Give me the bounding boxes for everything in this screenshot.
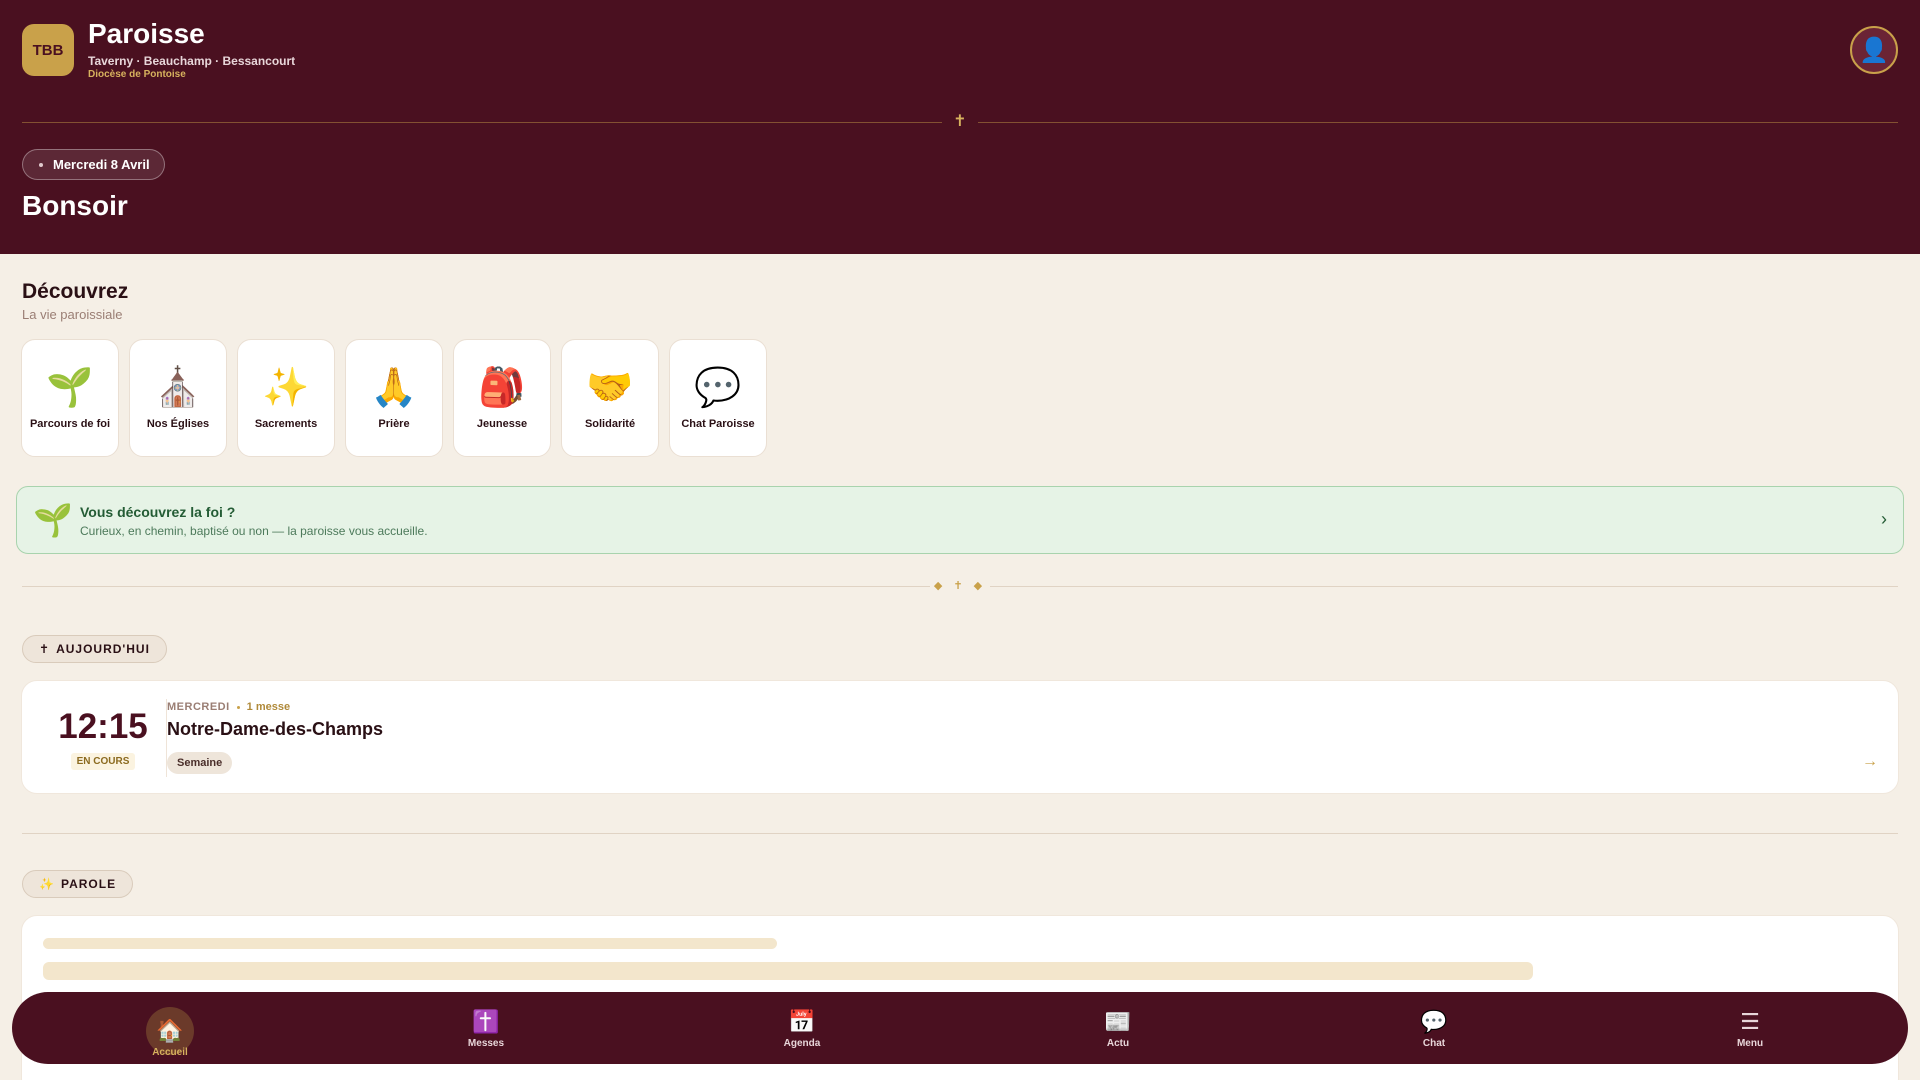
today-section-pill: ✝ AUJOURD'HUI	[22, 635, 167, 663]
sprout-icon: 🌱	[33, 502, 73, 538]
mass-tag: Semaine	[167, 752, 233, 774]
newspaper-icon: 📰	[1104, 1008, 1132, 1034]
mass-time: 12:15	[58, 707, 148, 746]
nav-agenda[interactable]: 📅 Agenda	[644, 992, 960, 1064]
tile-nos-eglises[interactable]: ⛪ Nos Églises	[129, 339, 227, 457]
nav-menu[interactable]: ☰ Menu	[1592, 992, 1908, 1064]
faith-banner-subtitle: Curieux, en chemin, baptisé ou non — la …	[80, 524, 428, 538]
handshake-icon: 🤝	[586, 367, 634, 409]
status-badge: EN COURS	[70, 753, 136, 770]
divider	[22, 833, 1898, 834]
date-label: Mercredi 8 Avril	[53, 157, 150, 172]
parole-label: PAROLE	[60, 877, 117, 891]
app-subtitle: Taverny · Beauchamp · Bessancourt	[88, 54, 296, 68]
today-label: AUJOURD'HUI	[56, 642, 150, 656]
bottom-nav: 🏠 Accueil ✝️ Messes 📅 Agenda 📰 Actu 💬 Ch…	[12, 992, 1908, 1064]
nav-label: Actu	[1106, 1037, 1130, 1049]
nav-messes[interactable]: ✝️ Messes	[328, 992, 644, 1064]
nav-label: Accueil	[152, 1046, 188, 1058]
greeting: Bonsoir	[22, 190, 128, 221]
calendar-icon: 📅	[788, 1008, 816, 1034]
date-dot	[39, 162, 43, 167]
cross-icon: ✝️	[472, 1008, 500, 1034]
sparkles-icon: ✨	[39, 877, 55, 891]
tile-label: Sacrements	[254, 418, 318, 430]
discover-subtitle: La vie paroissiale	[22, 307, 123, 322]
app-title: Paroisse	[88, 18, 205, 49]
nav-chat[interactable]: 💬 Chat	[1276, 992, 1592, 1064]
nav-label: Messes	[467, 1037, 505, 1049]
speech-bubble-icon: 💬	[694, 367, 742, 409]
discover-title: Découvrez	[22, 280, 129, 303]
tile-label: Solidarité	[584, 418, 636, 430]
loading-skeleton-line	[43, 962, 1533, 980]
mass-day: MERCREDI	[167, 701, 230, 713]
backpack-icon: 🎒	[478, 367, 526, 409]
nav-label: Chat	[1422, 1037, 1446, 1049]
hamburger-menu-icon: ☰	[1740, 1008, 1760, 1034]
diocese-label: Diocèse de Pontoise	[88, 69, 186, 80]
app-header: TBB Paroisse Taverny · Beauchamp · Bessa…	[0, 0, 1920, 254]
nav-accueil[interactable]: 🏠 Accueil	[12, 992, 328, 1064]
tile-label: Chat Paroisse	[681, 418, 755, 430]
arrow-right-icon[interactable]: →	[1862, 753, 1878, 771]
tile-label: Nos Églises	[146, 418, 210, 430]
mass-card[interactable]: 12:15 EN COURS MERCREDI 1 messe Notre-Da…	[21, 680, 1899, 794]
tile-label: Jeunesse	[476, 418, 528, 430]
tile-priere[interactable]: 🙏 Prière	[345, 339, 443, 457]
tile-label: Prière	[378, 418, 410, 430]
speech-bubble-icon: 💬	[1420, 1008, 1448, 1034]
cross-icon: ✝	[942, 112, 978, 132]
tile-solidarite[interactable]: 🤝 Solidarité	[561, 339, 659, 457]
praying-hands-icon: 🙏	[370, 367, 418, 409]
ornament-divider: ◆ ✝ ◆	[930, 576, 990, 596]
faith-banner-title: Vous découvrez la foi ?	[80, 504, 236, 520]
chevron-right-icon: ›	[1881, 509, 1887, 529]
tile-sacrements[interactable]: ✨ Sacrements	[237, 339, 335, 457]
discover-tiles: 🌱 Parcours de foi ⛪ Nos Églises ✨ Sacrem…	[21, 339, 767, 457]
nav-actu[interactable]: 📰 Actu	[960, 992, 1276, 1064]
sprout-icon: 🌱	[46, 367, 94, 409]
parole-section-pill: ✨ PAROLE	[22, 870, 134, 898]
nav-label: Agenda	[783, 1037, 821, 1049]
tile-label: Parcours de foi	[29, 418, 111, 430]
parish-logo[interactable]: TBB	[22, 24, 74, 76]
faith-banner[interactable]: 🌱 Vous découvrez la foi ? Curieux, en ch…	[16, 486, 1904, 554]
date-badge: Mercredi 8 Avril	[22, 149, 165, 180]
nav-label: Menu	[1736, 1037, 1764, 1049]
profile-button[interactable]: 👤	[1850, 26, 1898, 74]
tile-chat-paroisse[interactable]: 💬 Chat Paroisse	[669, 339, 767, 457]
sparkles-icon: ✨	[262, 367, 310, 409]
cross-icon: ✝	[39, 642, 51, 656]
loading-skeleton-line	[43, 938, 777, 949]
mass-meta: MERCREDI 1 messe	[167, 701, 290, 713]
mass-church: Notre-Dame-des-Champs	[167, 719, 384, 739]
user-icon: 👤	[1859, 36, 1889, 64]
home-icon: 🏠	[156, 1017, 184, 1043]
mass-status: EN COURS	[52, 751, 154, 770]
tile-parcours-de-foi[interactable]: 🌱 Parcours de foi	[21, 339, 119, 457]
church-icon: ⛪	[154, 367, 202, 409]
mass-count: 1 messe	[246, 701, 291, 713]
tile-jeunesse[interactable]: 🎒 Jeunesse	[453, 339, 551, 457]
meta-dot	[236, 705, 240, 709]
